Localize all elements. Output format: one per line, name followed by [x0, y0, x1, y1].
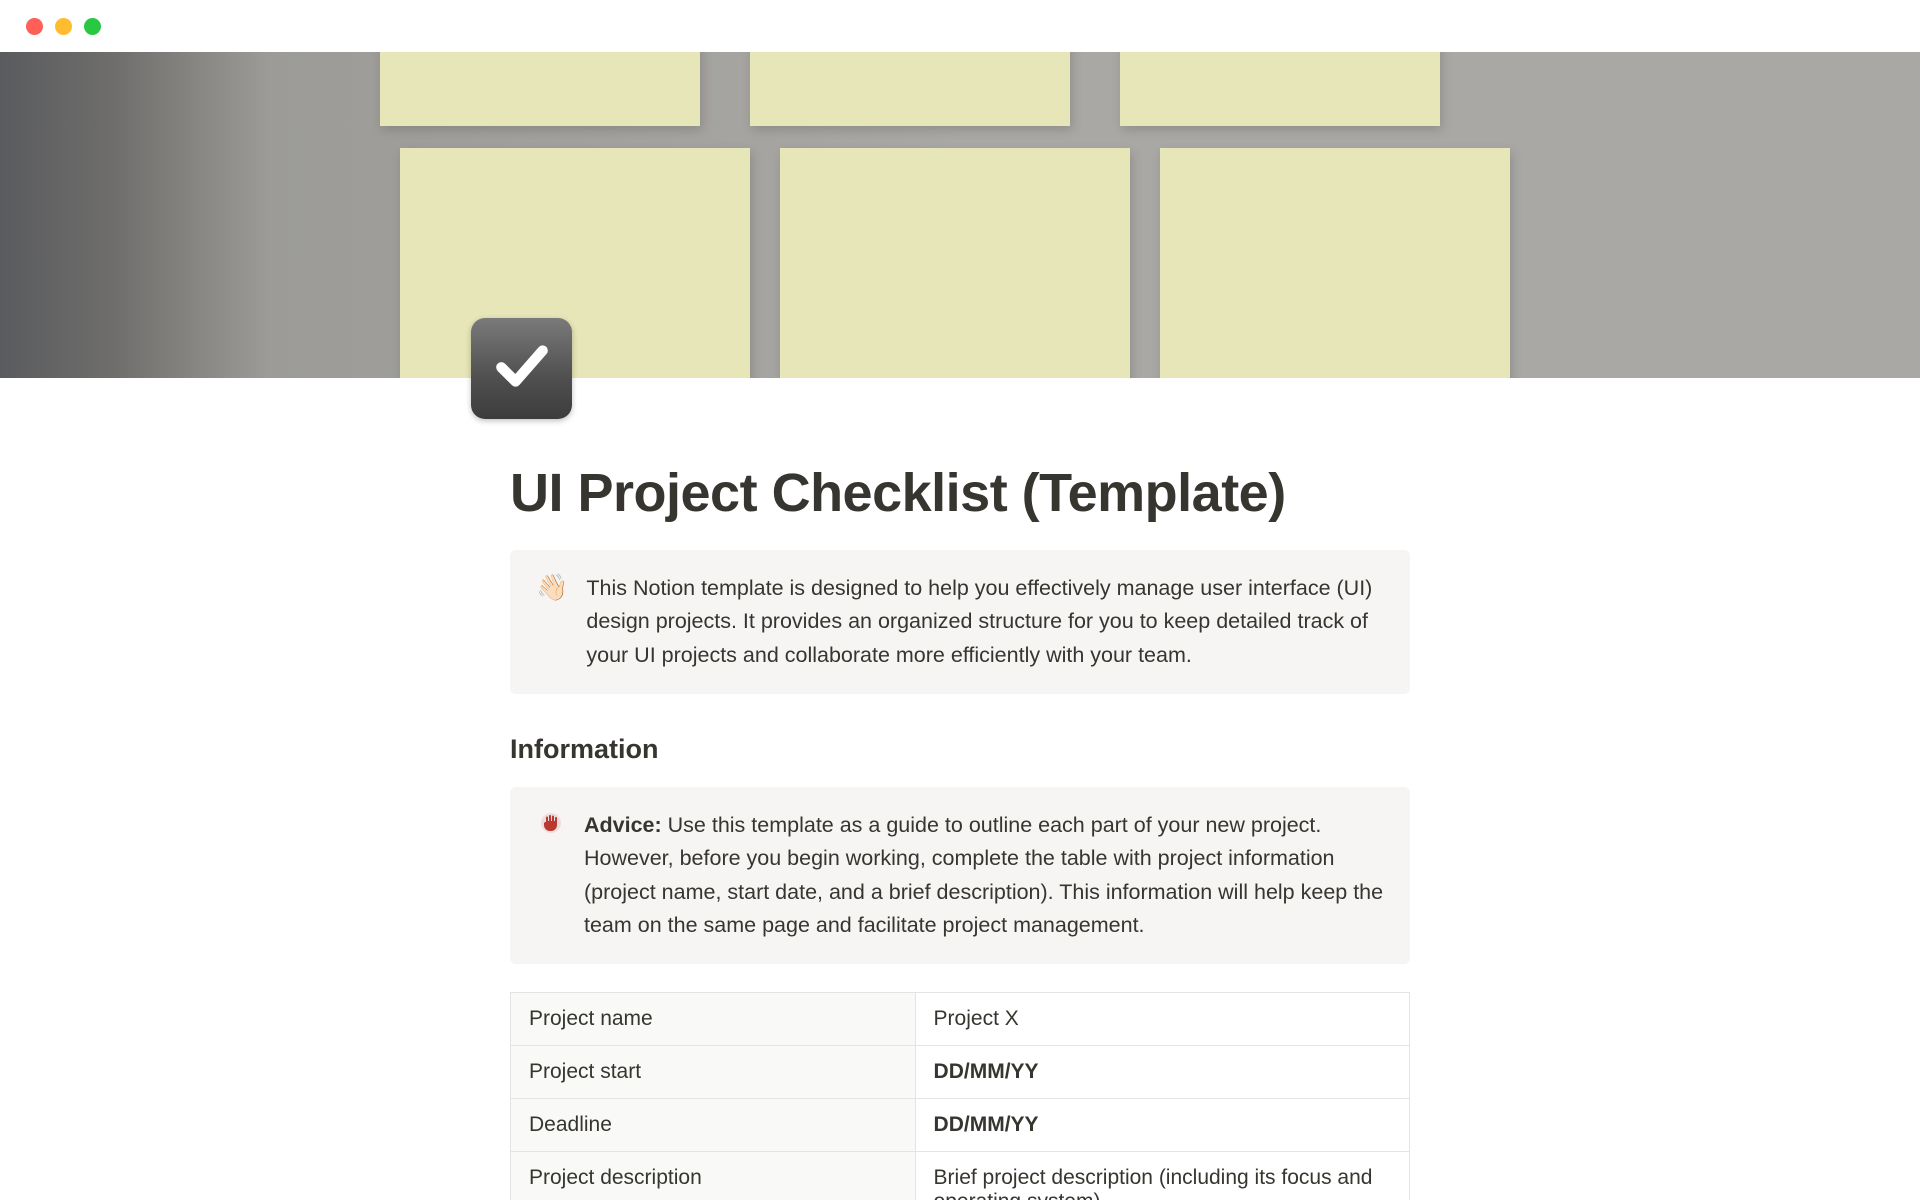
minimize-window-button[interactable] [55, 18, 72, 35]
maximize-window-button[interactable] [84, 18, 101, 35]
stop-hand-icon [536, 809, 566, 942]
table-cell-label[interactable]: Project description [511, 1152, 916, 1200]
sticky-note-icon [380, 52, 700, 126]
window-titlebar [0, 0, 1920, 52]
table-cell-label[interactable]: Project start [511, 1046, 916, 1099]
advice-text[interactable]: Advice: Use this template as a guide to … [584, 809, 1384, 942]
advice-body: Use this template as a guide to outline … [584, 813, 1383, 937]
sticky-note-icon [780, 148, 1130, 378]
page-cover[interactable] [0, 52, 1920, 378]
table-cell-label[interactable]: Project name [511, 993, 916, 1046]
sticky-note-icon [1120, 52, 1440, 126]
page-content: UI Project Checklist (Template) 👋🏻 This … [510, 378, 1410, 1200]
sticky-note-icon [400, 148, 750, 378]
table-cell-value[interactable]: DD/MM/YY [915, 1046, 1409, 1099]
table-row[interactable]: Project nameProject X [511, 993, 1410, 1046]
sticky-note-icon [1160, 148, 1510, 378]
wave-icon: 👋🏻 [536, 572, 568, 672]
advice-label: Advice: [584, 813, 662, 837]
table-cell-value[interactable]: Brief project description (including its… [915, 1152, 1409, 1200]
table-row[interactable]: Project startDD/MM/YY [511, 1046, 1410, 1099]
intro-callout[interactable]: 👋🏻 This Notion template is designed to h… [510, 550, 1410, 694]
sticky-note-icon [750, 52, 1070, 126]
table-row[interactable]: DeadlineDD/MM/YY [511, 1099, 1410, 1152]
table-cell-label[interactable]: Deadline [511, 1099, 916, 1152]
page-title[interactable]: UI Project Checklist (Template) [510, 462, 1410, 524]
close-window-button[interactable] [26, 18, 43, 35]
table-row[interactable]: Project descriptionBrief project descrip… [511, 1152, 1410, 1200]
table-cell-value[interactable]: Project X [915, 993, 1409, 1046]
project-info-table[interactable]: Project nameProject XProject startDD/MM/… [510, 992, 1410, 1200]
section-heading-information[interactable]: Information [510, 734, 1410, 765]
intro-text[interactable]: This Notion template is designed to help… [586, 572, 1384, 672]
table-cell-value[interactable]: DD/MM/YY [915, 1099, 1409, 1152]
checkmark-icon [491, 335, 553, 402]
advice-callout[interactable]: Advice: Use this template as a guide to … [510, 787, 1410, 964]
page-icon[interactable] [471, 318, 572, 419]
